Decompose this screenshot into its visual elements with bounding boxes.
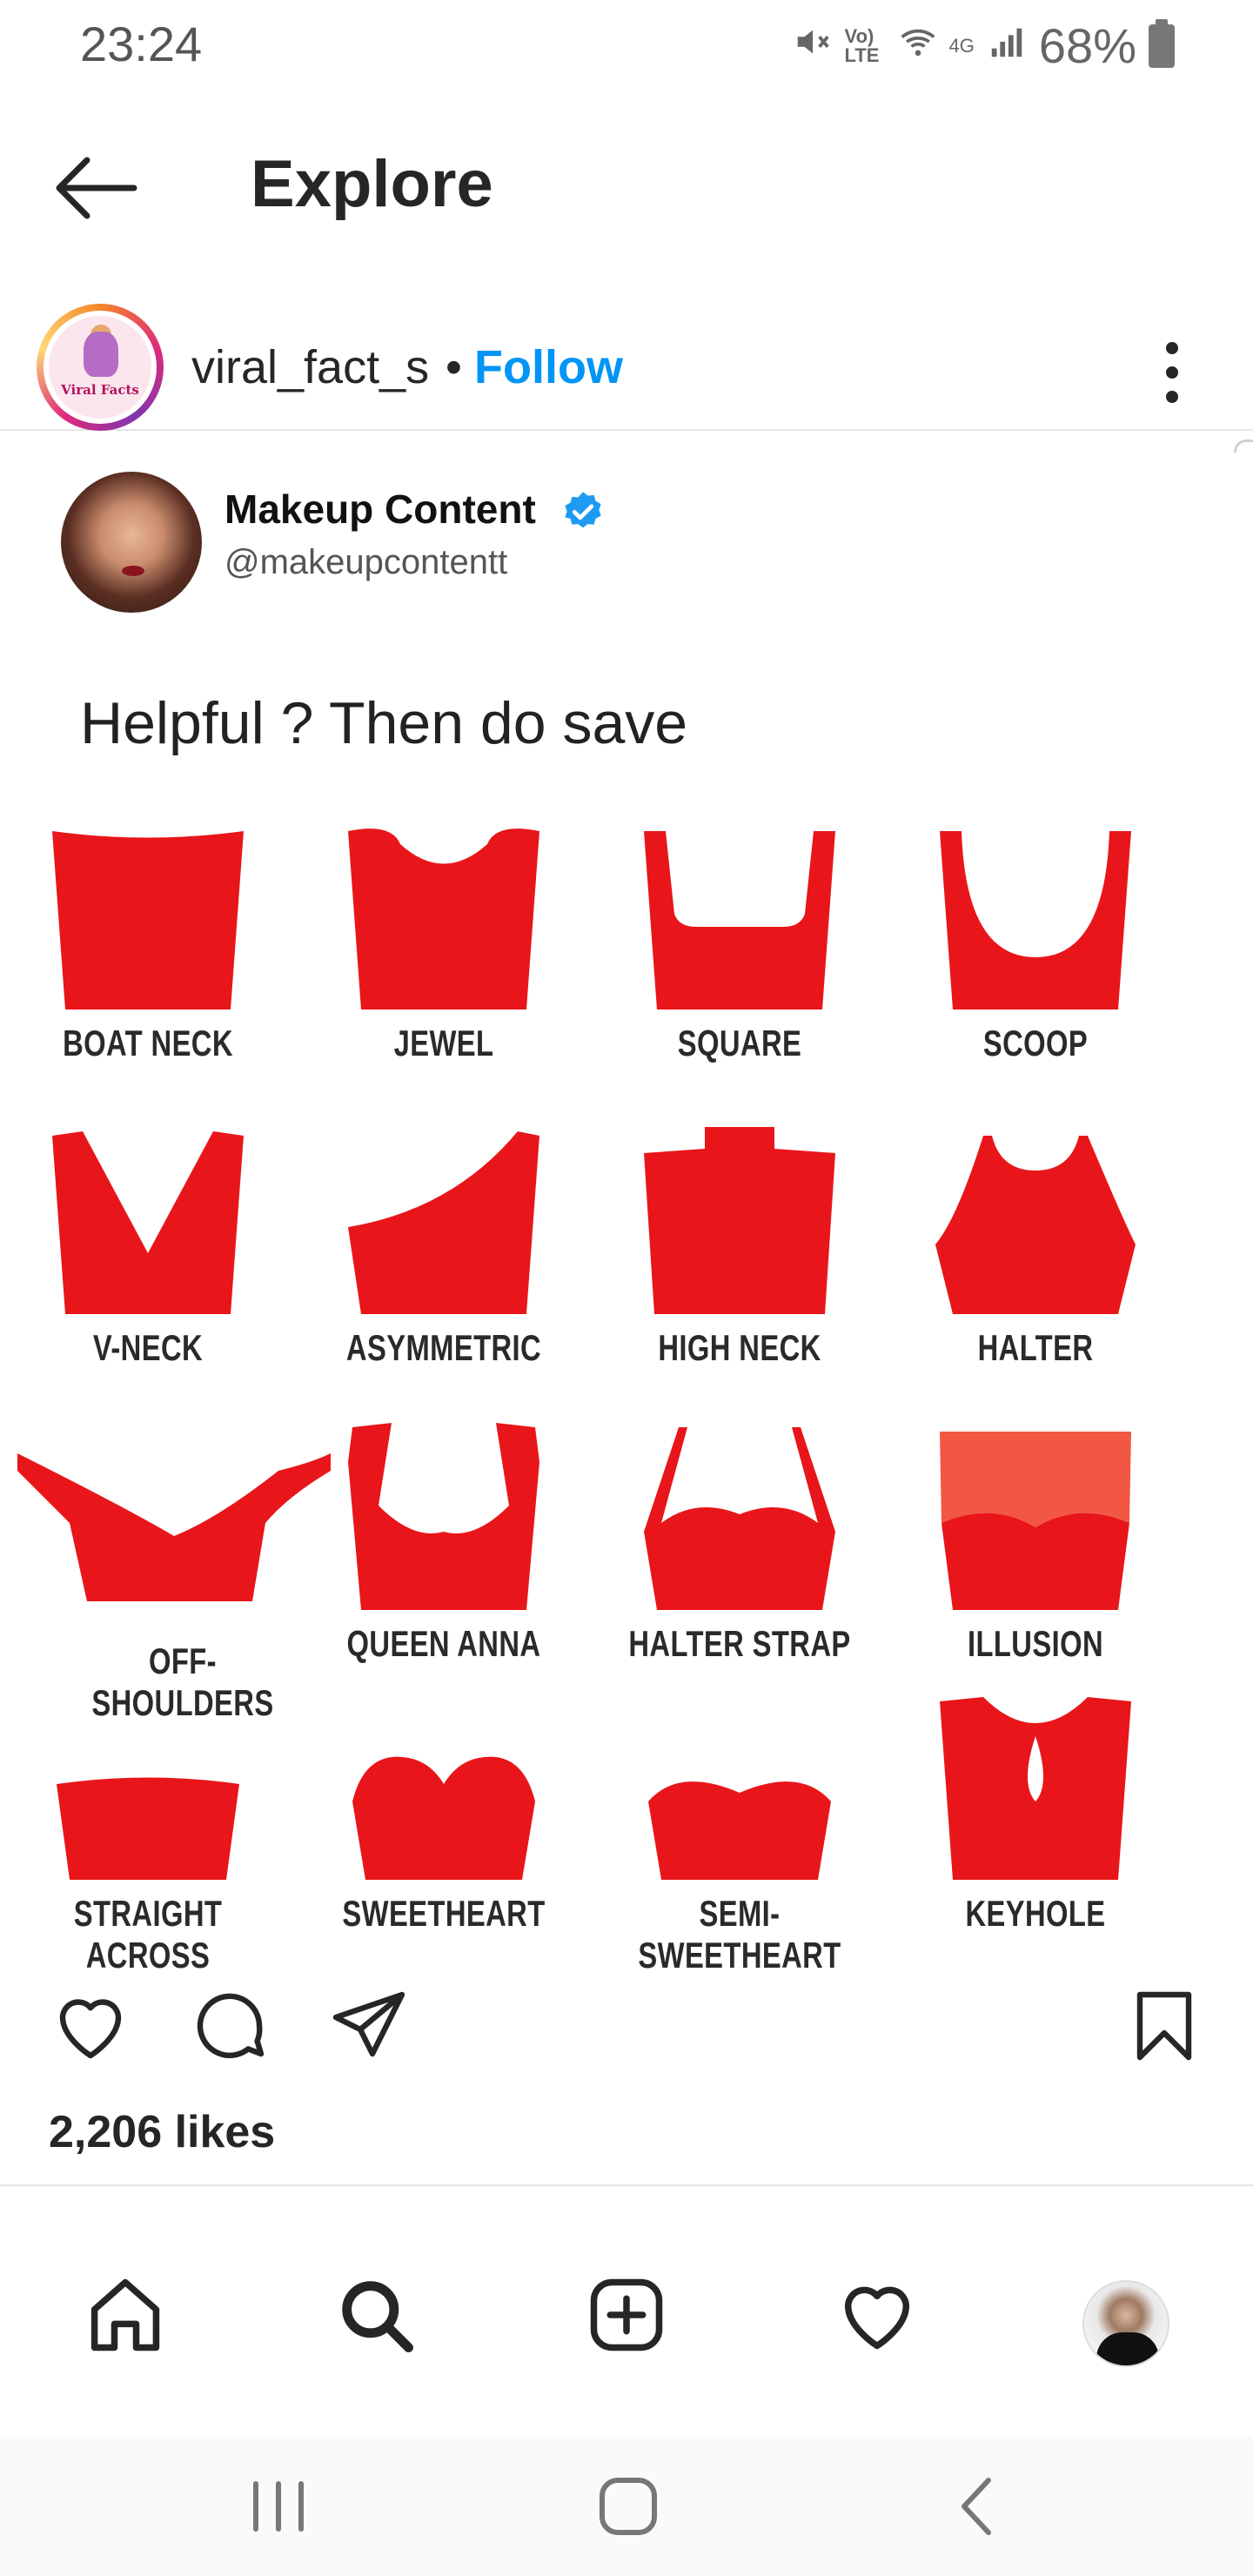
neckline-shape-queenanna (348, 1423, 539, 1610)
search-icon[interactable] (332, 2271, 419, 2358)
neckline-label: HALTER STRAP (628, 1623, 851, 1664)
neckline-item: SQUARE (626, 801, 922, 1063)
neckline-shape-square (644, 831, 835, 1010)
neckline-item: ILLUSION (922, 1401, 1218, 1664)
heart-icon[interactable] (49, 1984, 132, 2068)
neckline-label: HIGH NECK (658, 1327, 821, 1368)
system-navigation-bar (0, 2437, 1253, 2576)
neckline-label: SQUARE (677, 1023, 802, 1063)
post-image[interactable]: Makeup Content @makeupcontentt Helpful ?… (0, 453, 1253, 1976)
signal-icon (987, 22, 1027, 70)
status-bar: 23:24 Vo) LTE 4G 68% (0, 0, 1253, 87)
separator-dot: • (446, 341, 462, 393)
avatar[interactable]: Viral Facts (37, 304, 164, 431)
neckline-item: JEWEL (331, 801, 626, 1063)
arrow-left-icon[interactable] (54, 153, 141, 223)
tweet-avatar (61, 472, 202, 613)
comment-icon[interactable] (188, 1984, 271, 2068)
neckline-item: KEYHOLE (922, 1671, 1218, 1934)
neckline-label: KEYHOLE (965, 1893, 1106, 1934)
post-header: Viral Facts viral_fact_s • Follow (0, 300, 1253, 431)
signal-type-label: 4G (948, 34, 975, 57)
neckline-item: SWEETHEART (331, 1671, 626, 1934)
neckline-shape-high (644, 1127, 835, 1314)
profile-avatar[interactable] (1082, 2280, 1169, 2367)
activity-heart-icon[interactable] (834, 2271, 921, 2358)
neckline-item: OFF-SHOULDERS (17, 1401, 331, 1723)
neckline-label: BOAT NECK (63, 1023, 233, 1063)
neckline-label: HALTER (977, 1327, 1094, 1368)
back-icon[interactable] (943, 2472, 1013, 2541)
neckline-shape-halterstrap (644, 1427, 835, 1610)
neckline-label: SEMI-SWEETHEART (638, 1893, 841, 1976)
neckline-shape-sweetheart (352, 1756, 535, 1880)
status-time: 23:24 (80, 17, 203, 71)
divider (0, 2184, 1253, 2186)
neckline-shape-straight (57, 1777, 239, 1880)
avatar-logo-text: Viral Facts (61, 382, 139, 398)
neckline-label: STRAIGHT ACROSS (73, 1893, 223, 1976)
neckline-shape-jewel (348, 828, 539, 1010)
neckline-item: QUEEN ANNA (331, 1401, 626, 1664)
neckline-shape-keyhole (940, 1697, 1131, 1880)
bookmark-icon[interactable] (1122, 1984, 1206, 2068)
recent-apps-icon[interactable] (244, 2472, 313, 2541)
explore-header: Explore (0, 122, 1253, 252)
neckline-label: ILLUSION (968, 1623, 1103, 1664)
neckline-shape-asym (348, 1131, 539, 1314)
neckline-item: HALTER (922, 1105, 1218, 1368)
username-link[interactable]: viral_fact_s (191, 340, 429, 394)
neckline-shape-halter (935, 1136, 1136, 1314)
neckline-shape-scoop (940, 831, 1131, 1010)
neckline-item: SEMI-SWEETHEART (626, 1671, 922, 1976)
home-button-icon[interactable] (593, 2472, 663, 2541)
viral-facts-logo: Viral Facts (49, 316, 151, 419)
neckline-item: V-NECK (35, 1105, 331, 1368)
tweet-text: Helpful ? Then do save (80, 690, 688, 756)
neckline-label: V-NECK (92, 1327, 204, 1368)
battery-percent: 68% (1038, 18, 1136, 73)
neckline-label: ASYMMETRIC (345, 1327, 542, 1368)
neckline-item: HIGH NECK (626, 1105, 922, 1368)
home-icon[interactable] (82, 2271, 169, 2358)
neckline-item: SCOOP (922, 801, 1218, 1063)
neckline-shape-offshoulder (17, 1453, 331, 1601)
neckline-item: ASYMMETRIC (331, 1105, 626, 1368)
tweet-author-name: Makeup Content (224, 486, 536, 532)
neckline-label: SWEETHEART (342, 1893, 546, 1934)
add-post-icon[interactable] (583, 2271, 670, 2358)
neckline-label: QUEEN ANNA (346, 1623, 541, 1664)
network-type-label: Vo) LTE (844, 24, 880, 66)
neckline-shape-illusion (940, 1432, 1131, 1610)
neckline-shape-boat (52, 831, 244, 1010)
verified-badge-icon (560, 489, 606, 534)
neckline-label: JEWEL (393, 1023, 494, 1063)
likes-count[interactable]: 2,206 likes (49, 2106, 275, 2158)
page-title: Explore (251, 147, 493, 221)
status-icons: Vo) LTE 4G 68% (793, 17, 1175, 74)
battery-icon (1149, 18, 1175, 68)
neckline-item: BOAT NECK (35, 801, 331, 1063)
post-action-bar (0, 1976, 1253, 2080)
neckline-shape-semisweet (648, 1781, 831, 1880)
mute-icon (793, 22, 833, 70)
more-vertical-icon[interactable] (1159, 342, 1185, 403)
bottom-navigation (0, 2254, 1253, 2393)
neckline-shape-vneck (52, 1131, 244, 1314)
neckline-item: STRAIGHT ACROSS (35, 1671, 331, 1976)
follow-button[interactable]: Follow (474, 340, 623, 394)
neckline-label: SCOOP (982, 1023, 1089, 1063)
wifi-icon (899, 23, 937, 70)
neckline-item: HALTER STRAP (626, 1401, 922, 1664)
tweet-handle: @makeupcontentt (224, 543, 508, 581)
share-icon[interactable] (327, 1984, 411, 2068)
